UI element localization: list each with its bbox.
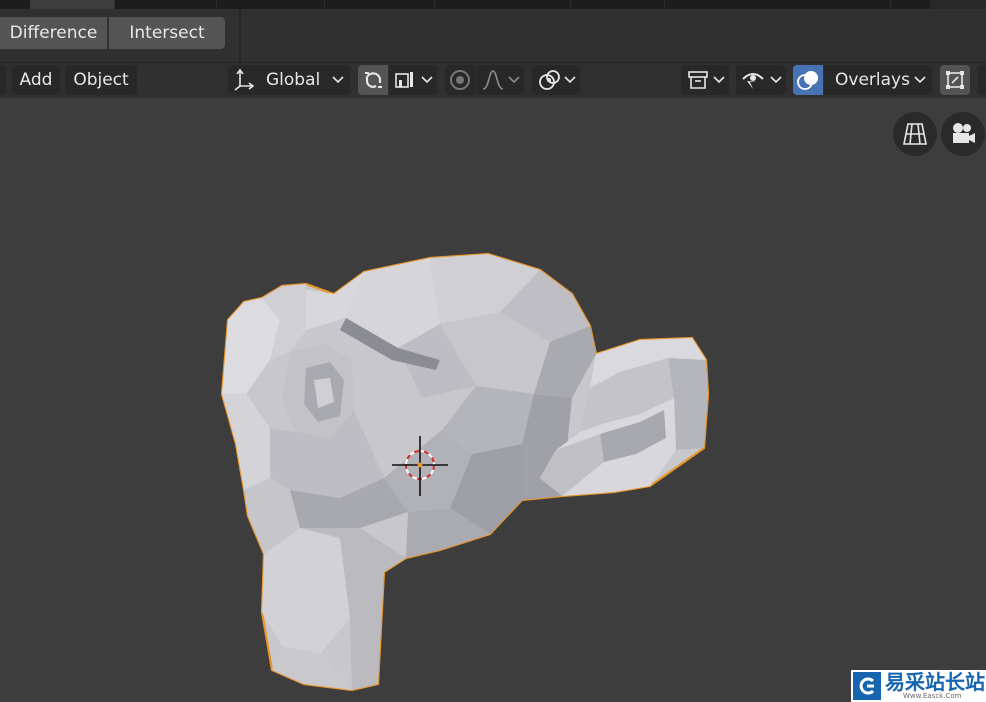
snap-toggle[interactable] [358, 65, 388, 95]
add-menu[interactable]: Add [12, 65, 60, 95]
monkey-mesh[interactable] [0, 98, 986, 702]
workspace-tab[interactable] [664, 0, 891, 9]
xray-toggle-edge[interactable] [978, 65, 986, 95]
area-divider [239, 9, 241, 62]
object-menu[interactable]: Object [65, 65, 137, 95]
chevron-down-icon [421, 76, 433, 84]
chevron-down-icon [332, 76, 344, 84]
chevron-down-icon [770, 76, 782, 84]
watermark-text: 易采站长站 [885, 670, 985, 694]
pivot-point-dropdown[interactable] [532, 65, 580, 95]
overlays-icon [797, 71, 818, 90]
workspace-tabs-strip [0, 0, 986, 9]
intersect-label: Intersect [129, 23, 205, 43]
intersect-button[interactable]: Intersect [109, 17, 225, 49]
workspace-tab[interactable] [114, 0, 217, 9]
workspace-tab[interactable] [930, 0, 986, 9]
workspace-tab-active[interactable] [30, 0, 115, 9]
falloff-curve-icon [482, 70, 504, 90]
difference-button[interactable]: Difference [0, 17, 107, 49]
transform-orientation-dropdown[interactable]: Global [228, 65, 350, 95]
workspace-tab[interactable] [890, 0, 931, 9]
watermark: 易采站长站 Www.Easck.Com [851, 670, 986, 702]
3d-viewport[interactable] [0, 98, 986, 702]
chevron-down-icon [508, 76, 520, 84]
overlays-label: Overlays [835, 70, 910, 90]
proportional-edit-toggle[interactable] [445, 65, 475, 95]
selectability-dropdown[interactable] [736, 65, 786, 95]
selectability-icon [742, 73, 764, 89]
overlays-dropdown[interactable]: Overlays [824, 65, 932, 95]
snap-element-dropdown[interactable] [389, 65, 437, 95]
chevron-down-icon [713, 76, 725, 84]
proportional-edit-icon [450, 70, 470, 90]
chevron-down-icon [564, 76, 576, 84]
falloff-dropdown[interactable] [476, 65, 524, 95]
object-visibility-icon [688, 71, 708, 89]
chevron-down-icon [914, 76, 926, 84]
viewport-header: Add Object Global Overlays [0, 63, 986, 98]
object-menu-label: Object [73, 70, 129, 90]
workspace-tab[interactable] [0, 0, 31, 9]
overlays-toggle[interactable] [793, 65, 823, 95]
watermark-logo-icon [853, 672, 881, 700]
gizmo-icon [946, 71, 964, 89]
object-visibility-dropdown[interactable] [681, 65, 729, 95]
watermark-subtext: Www.Easck.Com [903, 692, 962, 700]
difference-label: Difference [9, 23, 98, 43]
snap-increment-icon [395, 72, 413, 88]
boolean-operation-bar: Difference Intersect [0, 9, 986, 63]
pivot-point-icon [539, 70, 560, 90]
workspace-tab[interactable] [570, 0, 665, 9]
transform-axes-icon [234, 68, 255, 91]
workspace-tab[interactable] [324, 0, 435, 9]
workspace-tab[interactable] [216, 0, 325, 9]
add-menu-label: Add [19, 70, 53, 90]
gizmo-toggle[interactable] [940, 65, 970, 95]
orientation-label: Global [266, 70, 321, 90]
workspace-tab[interactable] [434, 0, 571, 9]
view-menu-edge[interactable] [0, 65, 6, 95]
snap-magnet-icon [365, 72, 382, 88]
